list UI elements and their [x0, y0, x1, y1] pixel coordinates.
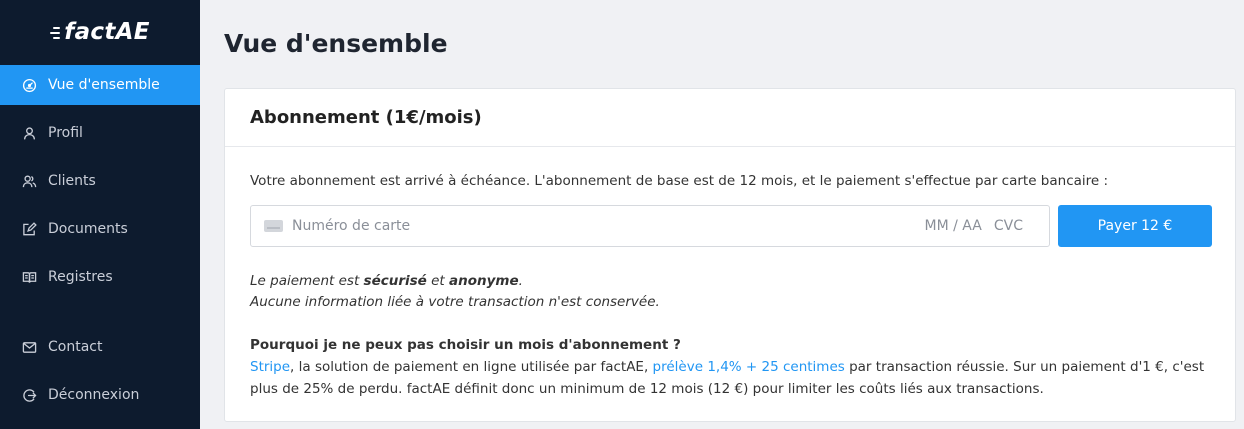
note-secure: sécurisé: [363, 273, 427, 289]
stripe-link[interactable]: Stripe: [250, 359, 290, 375]
credit-card-icon: [264, 220, 283, 232]
note-text: Le paiement est: [250, 273, 364, 289]
pay-button[interactable]: Payer 12 €: [1058, 205, 1212, 247]
logo-text: factAE: [64, 19, 150, 45]
user-icon: [23, 126, 36, 139]
payment-row: Numéro de carte MM / AA CVC Payer 12 €: [250, 205, 1212, 247]
faq-question: Pourquoi je ne peux pas choisir un mois …: [250, 337, 681, 353]
subscription-body: Votre abonnement est arrivé à échéance. …: [225, 147, 1235, 189]
dashboard-icon: [22, 78, 37, 92]
sidebar-item-contact[interactable]: Contact: [0, 327, 200, 367]
payment-note: Le paiement est sécurisé et anonyme. Auc…: [250, 271, 660, 313]
sidebar-item-logout[interactable]: Déconnexion: [0, 375, 200, 415]
sidebar-item-clients[interactable]: Clients: [0, 161, 200, 201]
book-icon: [22, 271, 37, 283]
note-text: et: [426, 273, 450, 289]
card-number-input[interactable]: Numéro de carte: [292, 218, 925, 234]
sidebar-item-label: Vue d'ensemble: [48, 77, 160, 93]
logo[interactable]: factAE: [0, 0, 200, 64]
users-icon: [22, 174, 37, 187]
sidebar-item-label: Déconnexion: [48, 387, 140, 403]
sidebar-item-overview[interactable]: Vue d'ensemble: [0, 65, 200, 105]
note-anonymous: anonyme: [449, 273, 519, 289]
mail-icon: [22, 341, 37, 353]
sidebar-item-label: Registres: [48, 269, 113, 285]
card-input-field[interactable]: Numéro de carte MM / AA CVC: [250, 205, 1050, 247]
sidebar-item-label: Documents: [48, 221, 128, 237]
note-text: .: [518, 273, 523, 289]
sidebar-item-documents[interactable]: Documents: [0, 209, 200, 249]
subscription-card: Abonnement (1€/mois) Votre abonnement es…: [224, 88, 1236, 422]
payment-note-line1: Le paiement est sécurisé et anonyme.: [250, 271, 660, 292]
card-cvc-input[interactable]: CVC: [994, 218, 1023, 234]
logo-icon: [50, 27, 61, 39]
sidebar: factAE Vue d'ensemble Profil Clients Doc…: [0, 0, 200, 429]
sidebar-item-label: Clients: [48, 173, 96, 189]
sidebar-item-profile[interactable]: Profil: [0, 113, 200, 153]
edit-icon: [23, 221, 37, 235]
card-expiry-input[interactable]: MM / AA: [925, 218, 982, 234]
subscription-title: Abonnement (1€/mois): [225, 89, 1235, 147]
faq-text: , la solution de paiement en ligne utili…: [290, 359, 653, 375]
sidebar-item-label: Profil: [48, 125, 83, 141]
subscription-intro: Votre abonnement est arrivé à échéance. …: [250, 173, 1109, 189]
page-title: Vue d'ensemble: [224, 29, 448, 58]
payment-note-line2: Aucune information liée à votre transact…: [250, 294, 660, 310]
faq-answer: Stripe, la solution de paiement en ligne…: [250, 356, 1212, 400]
sidebar-item-registres[interactable]: Registres: [0, 257, 200, 297]
fees-link[interactable]: prélève 1,4% + 25 centimes: [653, 359, 845, 375]
faq-section: Pourquoi je ne peux pas choisir un mois …: [250, 334, 1212, 400]
sidebar-item-label: Contact: [48, 339, 103, 355]
logout-icon: [23, 388, 37, 402]
